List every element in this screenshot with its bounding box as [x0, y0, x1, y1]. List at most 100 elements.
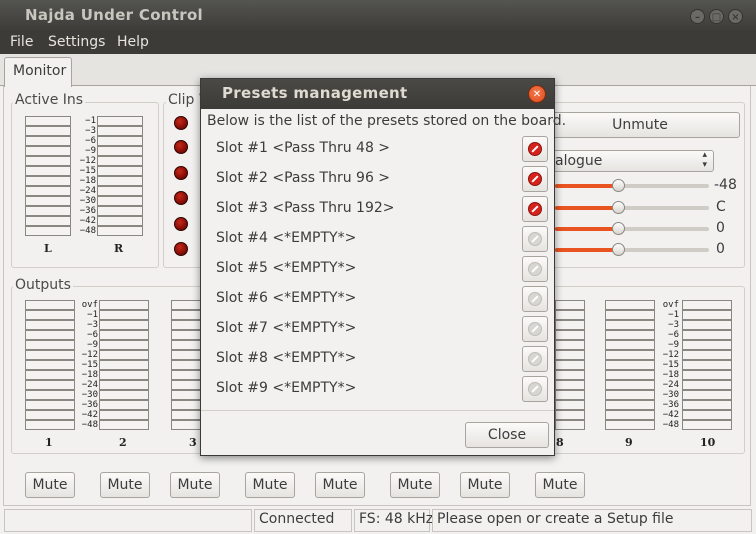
meter-segment — [97, 166, 143, 176]
delete-slot-2-button[interactable] — [522, 166, 548, 192]
mute-button-4[interactable]: Mute — [245, 472, 295, 498]
mute-button-3[interactable]: Mute — [170, 472, 220, 498]
meter-segment — [555, 390, 585, 400]
meter-segment — [555, 380, 585, 390]
slider-2-track[interactable] — [619, 206, 709, 210]
meter-segment — [25, 146, 71, 156]
mute-button-1[interactable]: Mute — [25, 472, 75, 498]
meter-scale-tick: −42 — [81, 410, 98, 420]
meter-segment — [171, 380, 201, 390]
meter-segment — [25, 330, 75, 340]
output-channel-9: 9 — [625, 436, 633, 449]
menu-settings[interactable]: Settings — [48, 34, 105, 50]
delete-slot-3-button[interactable] — [522, 196, 548, 222]
mute-button-5[interactable]: Mute — [315, 472, 365, 498]
meter-scale-tick: −12 — [662, 350, 679, 360]
meter-segment — [99, 380, 149, 390]
slider-3-handle[interactable] — [612, 222, 625, 235]
output-meter-scale-left: ovf −1 −3 −6 −9 −12 −15 −18 −24 −30 −36 −42 −48 — [76, 300, 98, 430]
meter-segment — [97, 196, 143, 206]
output-meter-10 — [682, 300, 732, 434]
clip-led-5 — [174, 217, 188, 231]
meter-segment — [555, 360, 585, 370]
clip-led-6 — [174, 242, 188, 256]
mute-button-2[interactable]: Mute — [100, 472, 150, 498]
slider-2-value: C — [716, 199, 726, 215]
slider-3-track[interactable] — [619, 227, 709, 231]
meter-segment — [171, 410, 201, 420]
meter-segment — [25, 126, 71, 136]
mode-select-value: alogue — [555, 153, 603, 169]
slot-4-label: Slot #4 <*EMPTY*> — [216, 230, 357, 246]
active-ins-label: Active Ins — [13, 92, 86, 108]
meter-scale-tick: −1 — [668, 310, 679, 320]
meter-segment — [99, 360, 149, 370]
close-button[interactable]: Close — [465, 422, 549, 448]
slider-1-track[interactable] — [619, 184, 709, 188]
slot-3-label: Slot #3 <Pass Thru 192> — [216, 200, 395, 216]
meter-scale-tick: −3 — [87, 320, 98, 330]
output-meter-8 — [555, 300, 585, 434]
meter-scale-tick: −18 — [79, 176, 96, 186]
meter-segment — [171, 370, 201, 380]
tab-monitor[interactable]: Monitor — [4, 57, 72, 87]
meter-segment — [25, 206, 71, 216]
meter-segment — [605, 360, 655, 370]
close-icon[interactable]: × — [728, 9, 743, 24]
slider-1-handle[interactable] — [612, 179, 625, 192]
meter-scale-tick: −18 — [81, 370, 98, 380]
meter-scale-tick: −1 — [85, 116, 96, 126]
meter-segment — [25, 310, 75, 320]
meter-segment — [605, 310, 655, 320]
mute-button-8[interactable]: Mute — [535, 472, 585, 498]
meter-segment — [171, 300, 201, 310]
mode-select[interactable]: alogue ▴ ▾ — [540, 150, 714, 172]
delete-slot-1-button[interactable] — [522, 136, 548, 162]
delete-icon — [528, 292, 542, 306]
meter-scale-tick: −48 — [662, 420, 679, 430]
meter-segment — [25, 226, 71, 236]
meter-segment — [682, 320, 732, 330]
meter-segment — [99, 420, 149, 430]
delete-icon — [528, 262, 542, 276]
menu-file[interactable]: File — [10, 34, 33, 50]
meter-segment — [25, 340, 75, 350]
meter-segment — [682, 340, 732, 350]
slider-4-track[interactable] — [619, 248, 709, 252]
unmute-button[interactable]: Unmute — [540, 112, 740, 138]
slider-4-handle[interactable] — [612, 243, 625, 256]
meter-segment — [97, 176, 143, 186]
dialog-intro: Below is the list of the presets stored … — [207, 113, 567, 129]
meter-segment — [682, 380, 732, 390]
meter-scale-tick: −3 — [668, 320, 679, 330]
meter-scale-tick: −48 — [81, 420, 98, 430]
meter-segment — [171, 360, 201, 370]
meter-scale-tick: −30 — [79, 196, 96, 206]
dialog-close-icon[interactable]: ✕ — [528, 85, 546, 103]
meter-segment — [171, 310, 201, 320]
slot-9-label: Slot #9 <*EMPTY*> — [216, 380, 357, 396]
minimize-icon[interactable]: – — [690, 9, 705, 24]
mute-button-6[interactable]: Mute — [390, 472, 440, 498]
mute-button-7[interactable]: Mute — [460, 472, 510, 498]
meter-segment — [99, 310, 149, 320]
meter-scale-tick: −15 — [81, 360, 98, 370]
meter-scale-tick: ovf — [81, 300, 98, 310]
slider-2-handle[interactable] — [612, 201, 625, 214]
meter-segment — [555, 370, 585, 380]
menu-help[interactable]: Help — [117, 34, 149, 50]
maximize-icon[interactable]: □ — [709, 9, 724, 24]
meter-segment — [25, 186, 71, 196]
menubar: File Settings Help — [0, 32, 756, 54]
slider-1-value: -48 — [714, 177, 737, 193]
meter-scale-tick: ovf — [662, 300, 679, 310]
meter-segment — [555, 420, 585, 430]
delete-slot-5-button — [522, 256, 548, 282]
meter-segment — [25, 136, 71, 146]
meter-segment — [605, 350, 655, 360]
output-meter-1 — [25, 300, 75, 434]
input-channel-l: L — [44, 242, 52, 255]
status-message: Please open or create a Setup file — [432, 509, 752, 532]
meter-segment — [605, 420, 655, 430]
slider-1-fill — [555, 184, 619, 188]
